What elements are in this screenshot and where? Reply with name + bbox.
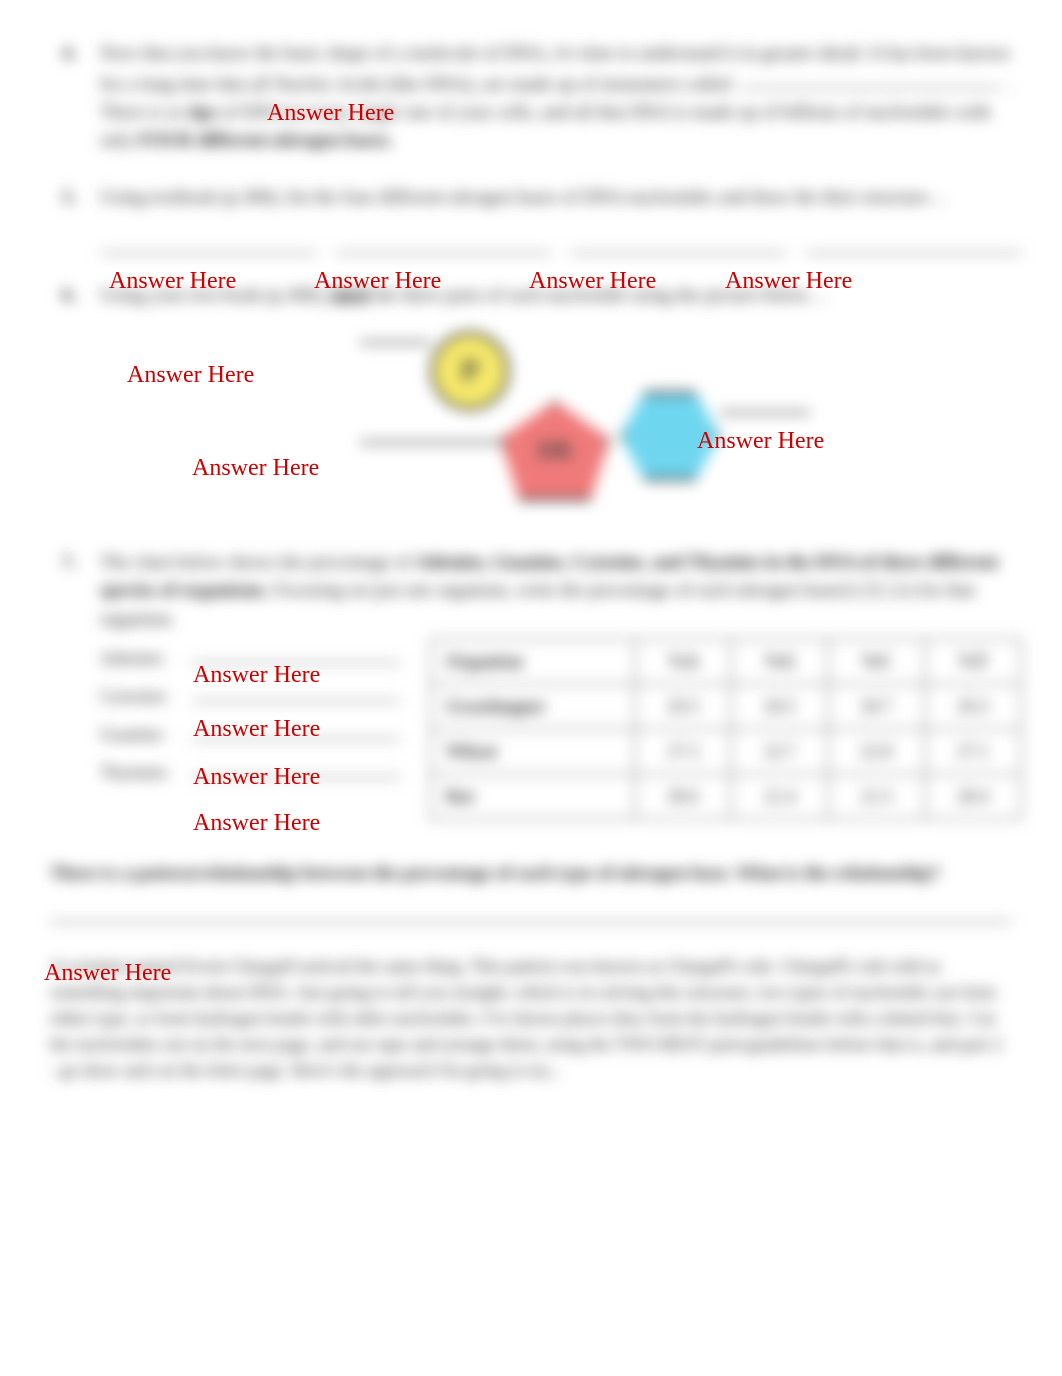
answer-placeholder[interactable]: Answer Here — [193, 764, 320, 791]
question-6: Using your text book (p.300), label the … — [100, 282, 1022, 521]
q5-answer-row — [100, 226, 1022, 254]
label-adenine: Adenine: — [100, 645, 192, 672]
blurred-document-content: Now that you know the basic shape of a m… — [0, 0, 1062, 1376]
table-header-row: Organism %A %G %C %T — [431, 639, 1021, 684]
answer-placeholder[interactable]: Answer Here — [109, 268, 236, 295]
label-thymine: Thymine: — [100, 759, 192, 786]
instruction-paragraph: A scientist named Erwin Chargaff noticed… — [40, 953, 1022, 1083]
followup-answer-line[interactable] — [50, 899, 1012, 923]
th-organism: Organism — [431, 639, 635, 684]
nucleotide-diagram: P DR — [100, 321, 1022, 521]
th-g: %G — [731, 639, 828, 684]
label-cytosine: Cytosine: — [100, 683, 192, 710]
q4-bold-tail: FOUR different nitrogen bases. — [139, 130, 394, 151]
answer-placeholder[interactable]: Answer Here — [697, 428, 824, 455]
q5-blank-1[interactable] — [100, 226, 317, 254]
answer-placeholder[interactable]: Answer Here — [44, 960, 171, 987]
followup-question: There is a pattern/relationship between … — [40, 860, 1022, 889]
answer-placeholder[interactable]: Answer Here — [127, 362, 254, 389]
th-t: %T — [925, 639, 1021, 684]
table-row: Rat 28.6 21.4 21.5 28.4 — [431, 774, 1021, 819]
sugar-icon: DR — [500, 401, 610, 501]
label-line-phosphate — [360, 341, 430, 344]
answer-placeholder[interactable]: Answer Here — [192, 455, 319, 482]
q4-blank[interactable] — [740, 69, 1000, 90]
label-line-base — [720, 411, 810, 414]
question-4: Now that you know the basic shape of a m… — [100, 40, 1022, 156]
th-a: %A — [635, 639, 731, 684]
table-row: Grasshopper 29.3 20.5 20.7 29.3 — [431, 684, 1021, 729]
th-c: %C — [828, 639, 924, 684]
q5-text: Using textbook (p.300), list the four di… — [100, 187, 947, 208]
q4-bold-mid: tips — [188, 102, 218, 123]
answer-placeholder[interactable]: Answer Here — [267, 100, 394, 127]
label-guanine: Guanine: — [100, 721, 192, 748]
q7-lead-a: The chart below shows the percentage of — [100, 552, 416, 573]
answer-placeholder[interactable]: Answer Here — [529, 268, 656, 295]
answer-placeholder[interactable]: Answer Here — [725, 268, 852, 295]
table-row: Wheat 27.3 22.7 22.8 27.1 — [431, 729, 1021, 774]
answer-placeholder[interactable]: Answer Here — [193, 716, 320, 743]
answer-placeholder[interactable]: Answer Here — [193, 810, 320, 837]
answer-placeholder[interactable]: Answer Here — [193, 662, 320, 689]
answer-placeholder[interactable]: Answer Here — [314, 268, 441, 295]
label-line-sugar — [360, 441, 500, 444]
organism-table: Organism %A %G %C %T Grasshopper 29.3 20… — [430, 638, 1022, 820]
q5-blank-4[interactable] — [805, 226, 1022, 254]
phosphate-icon: P — [430, 331, 510, 411]
question-5: Using textbook (p.300), list the four di… — [100, 184, 1022, 255]
q5-blank-3[interactable] — [570, 226, 787, 254]
q5-blank-2[interactable] — [335, 226, 552, 254]
